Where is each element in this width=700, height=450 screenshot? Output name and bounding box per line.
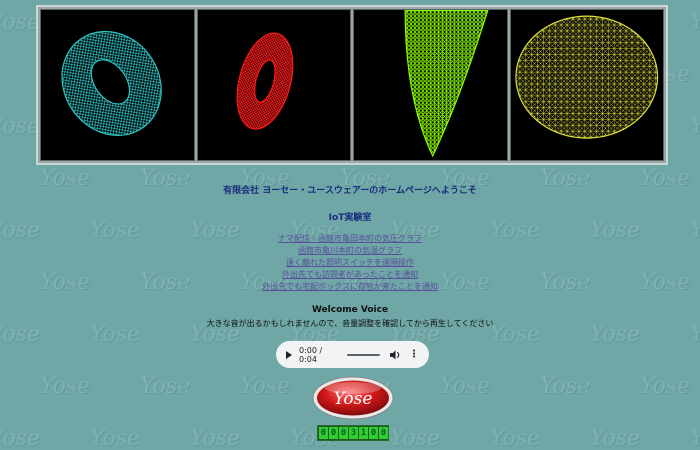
audio-player[interactable]: 0:00 / 0:04 ⋮ (276, 341, 429, 368)
counter-digit: 0 (379, 427, 388, 439)
company-title: 有限会社 ヨーセー・ユースウェアーのホームページへようこそ (223, 186, 477, 196)
visitor-counter: 0003100 (317, 425, 389, 441)
link-pressure-graph[interactable]: ナマ配信 - 函館市亀田本町の気圧グラフ (0, 233, 700, 245)
banner-panel-cyan-torus (40, 9, 195, 161)
watermark-text: Yose (40, 374, 91, 399)
audio-time: 0:00 / 0:04 (299, 345, 323, 364)
more-vert-icon[interactable]: ⋮ (409, 349, 419, 360)
watermark-text: Yose (90, 426, 141, 450)
counter-digit: 1 (359, 427, 368, 439)
banner-panel-green-cone (353, 9, 508, 161)
cyan-torus-graphic (61, 30, 162, 136)
link-visitor-notification[interactable]: 外出先でも訪問者があったことを通知 (0, 269, 700, 281)
counter-digit: 0 (339, 427, 348, 439)
volume-icon[interactable] (390, 349, 401, 360)
watermark-text: Yose (0, 426, 41, 450)
iot-links-list: ナマ配信 - 函館市亀田本町の気圧グラフ 函館市亀川本町の気温グラフ 遠く離れた… (0, 233, 700, 293)
watermark-text: Yose (140, 374, 191, 399)
link-remote-light-switch[interactable]: 遠く離れた照明スイッチを遠隔操作 (0, 257, 700, 269)
green-cone-graphic (404, 10, 489, 158)
watermark-text: Yose (0, 10, 41, 35)
watermark-text: Yose (640, 374, 691, 399)
counter-digit: 3 (349, 427, 358, 439)
banner-panel-yellow-ellipsoid (509, 9, 664, 161)
logo-text: Yose (334, 389, 373, 409)
watermark-text: Yose (440, 374, 491, 399)
watermark-text: Yose (540, 374, 591, 399)
link-temperature-graph[interactable]: 函館市亀川本町の気温グラフ (0, 245, 700, 257)
welcome-voice-title: Welcome Voice (311, 305, 389, 315)
volume-notice: 大きな音が出るかもしれませんので、音量調整を確認してから再生してください (206, 319, 494, 328)
banner-strip (36, 5, 668, 165)
link-delivery-box-notification[interactable]: 外出先でも宅配ボックスに荷物が来たことを通知 (0, 281, 700, 293)
counter-digit: 0 (329, 427, 338, 439)
play-icon[interactable] (286, 350, 292, 359)
banner-panel-red-torus (196, 9, 351, 161)
counter-digit: 0 (319, 427, 328, 439)
red-torus-graphic (236, 32, 293, 130)
watermark-text: Yose (690, 426, 700, 450)
watermark-text: Yose (390, 426, 441, 450)
audio-progress-slider[interactable] (347, 353, 381, 356)
watermark-text: Yose (240, 374, 291, 399)
watermark-text: Yose (690, 10, 700, 35)
yellow-ellipsoid-graphic (514, 15, 658, 139)
iot-lab-title: IoT実験室 (328, 213, 372, 223)
watermark-text: Yose (690, 114, 700, 139)
watermark-text: Yose (0, 114, 41, 139)
yose-logo[interactable]: Yose (312, 376, 394, 420)
watermark-text: Yose (490, 426, 541, 450)
counter-digit: 0 (369, 427, 378, 439)
watermark-text: Yose (190, 426, 241, 450)
watermark-text: Yose (590, 426, 641, 450)
